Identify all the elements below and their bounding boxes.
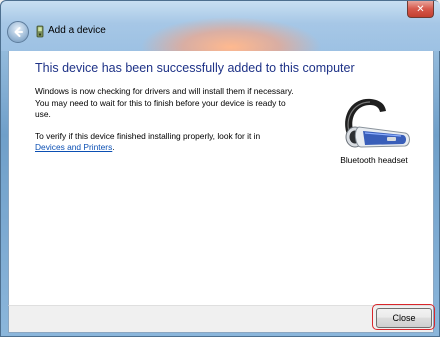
- title-bar: ✕ Add a device: [1, 1, 440, 51]
- close-icon: ✕: [416, 3, 425, 15]
- page-heading: This device has been successfully added …: [35, 61, 355, 75]
- bluetooth-headset-icon: [345, 98, 410, 148]
- verify-info-suffix: .: [112, 142, 115, 152]
- window-title: Add a device: [48, 25, 106, 36]
- device-label: Bluetooth headset: [340, 155, 408, 165]
- body-text: Windows is now checking for drivers and …: [35, 86, 299, 164]
- verify-info-prefix: To verify if this device finished instal…: [35, 130, 261, 141]
- verify-info-text: To verify if this device finished instal…: [35, 131, 299, 154]
- add-device-window: ✕ Add a device This device has been succ…: [0, 0, 440, 337]
- driver-info-text: Windows is now checking for drivers and …: [35, 86, 294, 119]
- devices-and-printers-link[interactable]: Devices and Printers: [35, 142, 112, 152]
- back-arrow-icon: [14, 27, 23, 37]
- back-button[interactable]: [7, 21, 29, 43]
- content-panel: This device has been successfully added …: [8, 51, 434, 305]
- footer-bar: [8, 305, 434, 333]
- close-button-highlight: [372, 304, 435, 330]
- window-close-button[interactable]: ✕: [407, 1, 434, 18]
- add-device-wizard-icon: [36, 25, 44, 38]
